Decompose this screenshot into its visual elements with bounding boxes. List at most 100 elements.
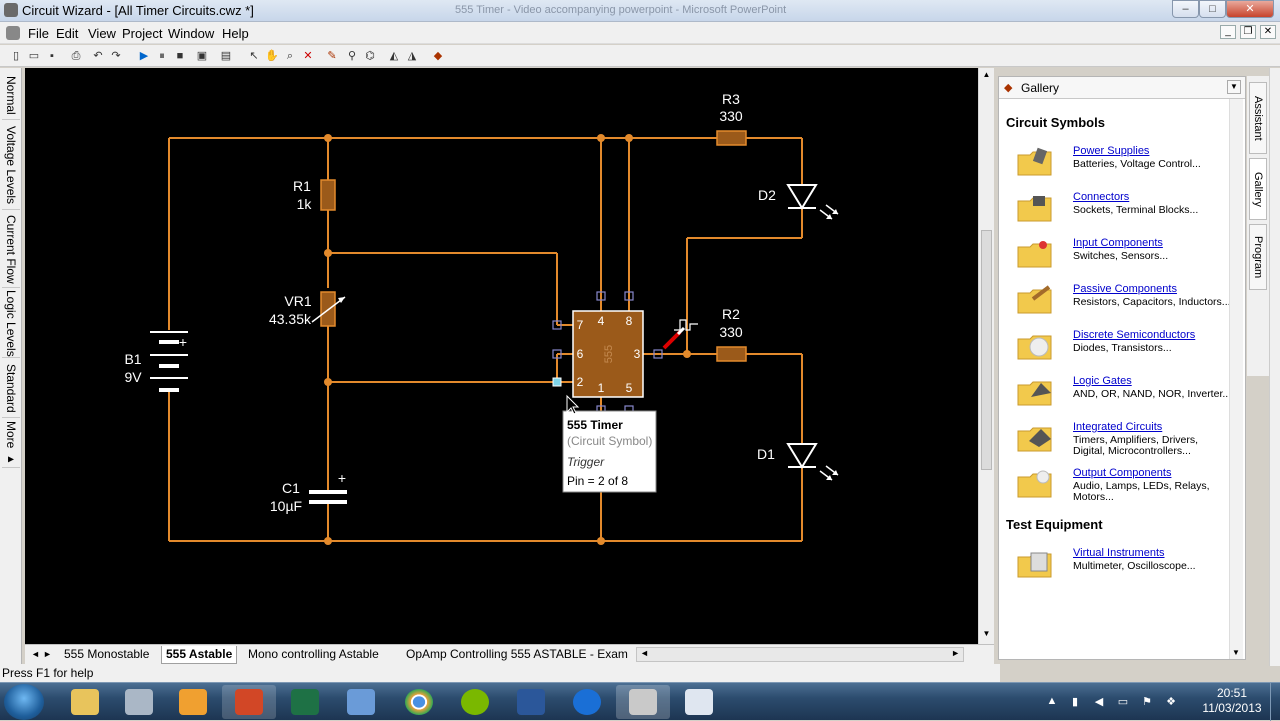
scroll-up-icon[interactable]: ▲: [980, 70, 993, 83]
component-icon[interactable]: ⌬: [362, 48, 378, 64]
menu-view[interactable]: View: [88, 26, 116, 41]
probe-icon[interactable]: ⚲: [344, 48, 360, 64]
show-desktop-button[interactable]: [1270, 683, 1280, 721]
sheet-tab-mono-controlling-astable[interactable]: Mono controlling Astable: [244, 646, 383, 664]
gallery-toggle-icon[interactable]: ◆: [430, 48, 446, 64]
taskbar-media-player[interactable]: [166, 685, 220, 719]
taskbar-word[interactable]: [504, 685, 558, 719]
play-icon[interactable]: ▶: [136, 48, 152, 64]
minimize-button[interactable]: –: [1172, 0, 1199, 18]
menu-help[interactable]: Help: [222, 26, 249, 41]
taskbar-bluetooth[interactable]: [560, 685, 614, 719]
pointer-icon[interactable]: ↖: [246, 48, 262, 64]
tray-volume-icon[interactable]: ◀: [1092, 695, 1106, 709]
menu-edit[interactable]: Edit: [56, 26, 78, 41]
canvas-vertical-scrollbar[interactable]: ▲ ▼: [978, 68, 994, 644]
integrated-circuits-link[interactable]: Integrated Circuits: [1073, 421, 1162, 433]
r1-resistor[interactable]: [320, 179, 336, 211]
close-button[interactable]: ✕: [1226, 0, 1274, 18]
tab-more[interactable]: More ▸: [2, 420, 20, 468]
stop-icon[interactable]: ■: [172, 48, 188, 64]
mdi-close-button[interactable]: ✕: [1260, 25, 1276, 39]
tab-voltage-levels[interactable]: Voltage Levels: [2, 122, 20, 210]
tray-battery-icon[interactable]: ▭: [1116, 695, 1130, 709]
gallery-item-discrete-semiconductors[interactable]: Discrete Semiconductors Diodes, Transist…: [1013, 329, 1233, 375]
gallery-item-integrated-circuits[interactable]: Integrated Circuits Timers, Amplifiers, …: [1013, 421, 1233, 467]
tab-standard[interactable]: Standard: [2, 360, 20, 418]
hscroll-left-icon[interactable]: ◄: [640, 648, 649, 658]
horizontal-scrollbar[interactable]: ◄ ►: [636, 647, 964, 662]
gallery-item-connectors[interactable]: Connectors Sockets, Terminal Blocks...: [1013, 191, 1233, 237]
c1-capacitor[interactable]: [309, 490, 347, 504]
menu-project[interactable]: Project: [122, 26, 162, 41]
flip-horizontal-icon[interactable]: ◭: [386, 48, 402, 64]
tray-dropbox-icon[interactable]: ❖: [1164, 695, 1178, 709]
new-icon[interactable]: ▯: [8, 48, 24, 64]
tray-flag-icon[interactable]: ⚑: [1140, 695, 1154, 709]
scroll-down-icon[interactable]: ▼: [980, 629, 993, 642]
gallery-scroll-down-icon[interactable]: ▼: [1232, 648, 1240, 657]
gallery-header[interactable]: ◆ Gallery ▼: [999, 77, 1245, 99]
taskbar-paint[interactable]: [334, 685, 388, 719]
sheet-tab-opamp-controlling[interactable]: OpAmp Controlling 555 ASTABLE - Exam (: [402, 646, 630, 664]
maximize-button[interactable]: □: [1199, 0, 1226, 18]
tray-expand-icon[interactable]: ▲: [1045, 695, 1059, 709]
taskbar-chrome[interactable]: [392, 685, 446, 719]
gallery-item-output-components[interactable]: Output Components Audio, Lamps, LEDs, Re…: [1013, 467, 1233, 513]
r2-resistor[interactable]: [716, 346, 747, 362]
taskbar-calculator[interactable]: [112, 685, 166, 719]
r3-resistor[interactable]: [716, 130, 747, 146]
taskbar-excel[interactable]: [278, 685, 332, 719]
tray-network-icon[interactable]: ▮: [1068, 695, 1082, 709]
tab-scroll-right-icon[interactable]: ►: [39, 646, 56, 664]
menu-window[interactable]: Window: [168, 26, 214, 41]
taskbar-circuit-wizard[interactable]: [616, 685, 670, 719]
tab-program[interactable]: Program: [1249, 224, 1267, 290]
hscroll-right-icon[interactable]: ►: [951, 648, 960, 658]
gallery-item-virtual-instruments[interactable]: Virtual Instruments Multimeter, Oscillos…: [1013, 547, 1233, 593]
gallery-item-logic-gates[interactable]: Logic Gates AND, OR, NAND, NOR, Inverter…: [1013, 375, 1233, 421]
display-mode-icon[interactable]: ▣: [194, 48, 210, 64]
tab-assistant[interactable]: Assistant: [1249, 82, 1267, 154]
gallery-item-passive-components[interactable]: Passive Components Resistors, Capacitors…: [1013, 283, 1233, 329]
power-supplies-link[interactable]: Power Supplies: [1073, 145, 1149, 157]
mdi-minimize-button[interactable]: _: [1220, 25, 1236, 39]
tab-gallery[interactable]: Gallery: [1249, 158, 1267, 220]
probe-icon[interactable]: [662, 330, 682, 350]
layout-icon[interactable]: ▤: [218, 48, 234, 64]
gallery-item-input-components[interactable]: Input Components Switches, Sensors...: [1013, 237, 1233, 283]
pan-hand-icon[interactable]: ✋: [264, 48, 280, 64]
mdi-restore-button[interactable]: ❐: [1240, 25, 1256, 39]
circuit-canvas[interactable]: R1 1k VR1 43.35k B1 9V + C1 10µF + R3 33…: [25, 68, 978, 644]
wire-tool-icon[interactable]: ✎: [324, 48, 340, 64]
delete-icon[interactable]: ✕: [300, 48, 316, 64]
d2-led[interactable]: [786, 184, 839, 220]
pin-2-highlight[interactable]: [552, 377, 562, 387]
taskbar-powerpoint[interactable]: [222, 685, 276, 719]
pause-icon[interactable]: ⏸: [154, 48, 170, 64]
flip-vertical-icon[interactable]: ◮: [404, 48, 420, 64]
gallery-dropdown-icon[interactable]: ▼: [1227, 80, 1241, 94]
document-icon[interactable]: [6, 26, 20, 40]
tab-normal[interactable]: Normal: [2, 72, 20, 120]
right-edge-scrollbar[interactable]: [1269, 68, 1280, 666]
zoom-icon[interactable]: ⌕: [282, 48, 298, 64]
save-icon[interactable]: ▪: [44, 48, 60, 64]
print-icon[interactable]: ⎙: [68, 48, 84, 64]
logic-gates-link[interactable]: Logic Gates: [1073, 375, 1132, 387]
passive-components-link[interactable]: Passive Components: [1073, 283, 1177, 295]
taskbar-explorer[interactable]: [58, 685, 112, 719]
undo-icon[interactable]: ↶: [90, 48, 106, 64]
wires[interactable]: [168, 137, 803, 542]
connectors-link[interactable]: Connectors: [1073, 191, 1129, 203]
input-components-link[interactable]: Input Components: [1073, 237, 1163, 249]
taskbar-pcb-wizard[interactable]: [672, 685, 726, 719]
tab-current-flow[interactable]: Current Flow: [2, 212, 20, 288]
open-icon[interactable]: ▭: [26, 48, 42, 64]
output-components-link[interactable]: Output Components: [1073, 467, 1171, 479]
gallery-scrollbar[interactable]: ▼: [1229, 99, 1243, 659]
redo-icon[interactable]: ↷: [108, 48, 124, 64]
sheet-tab-555-astable[interactable]: 555 Astable: [161, 646, 238, 664]
virtual-instruments-link[interactable]: Virtual Instruments: [1073, 547, 1165, 559]
sheet-tab-555-monostable[interactable]: 555 Monostable: [60, 646, 153, 664]
